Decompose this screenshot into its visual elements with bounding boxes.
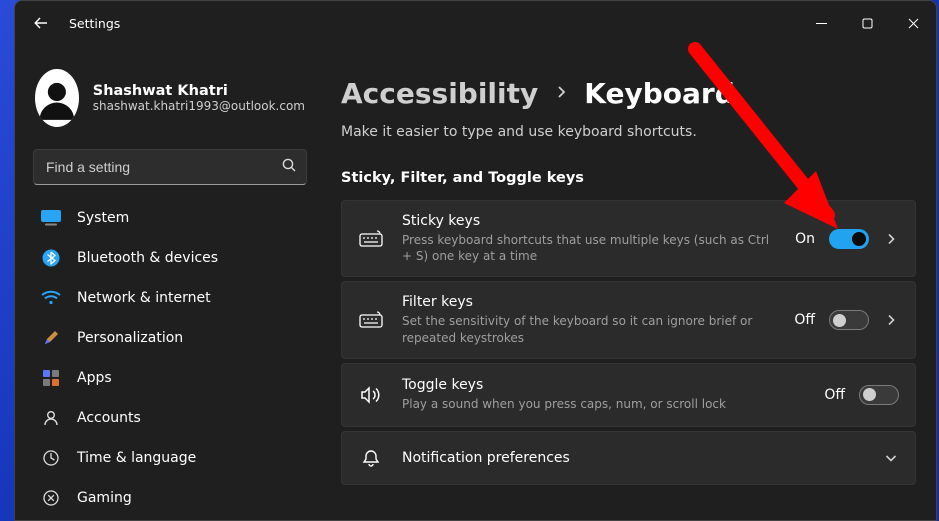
clock-globe-icon: [41, 448, 61, 468]
settings-cards: Sticky keys Press keyboard shortcuts tha…: [341, 200, 916, 485]
sidebar-item-accounts[interactable]: Accounts: [29, 399, 307, 437]
sidebar-item-label: Accounts: [77, 410, 141, 426]
nav-list: System Bluetooth & devices Network & int…: [29, 199, 311, 517]
row-title: Filter keys: [402, 294, 776, 310]
bluetooth-icon: [41, 248, 61, 268]
sidebar-item-bluetooth[interactable]: Bluetooth & devices: [29, 239, 307, 277]
page-title: Keyboard: [584, 77, 734, 110]
account-block[interactable]: Shashwat Khatri shashwat.khatri1993@outl…: [29, 57, 311, 143]
sidebar-item-network[interactable]: Network & internet: [29, 279, 307, 317]
row-filter-keys[interactable]: Filter keys Set the sensitivity of the k…: [341, 281, 916, 358]
sidebar-item-label: Network & internet: [77, 290, 211, 306]
sidebar-item-label: System: [77, 210, 129, 226]
keyboard-icon: [358, 229, 384, 249]
minimize-button[interactable]: [798, 7, 844, 39]
row-title: Notification preferences: [402, 450, 865, 466]
apps-icon: [41, 368, 61, 388]
row-title: Toggle keys: [402, 377, 806, 393]
sidebar-item-personalization[interactable]: Personalization: [29, 319, 307, 357]
wifi-icon: [41, 288, 61, 308]
sidebar-item-label: Gaming: [77, 490, 132, 506]
sidebar-item-time-language[interactable]: Time & language: [29, 439, 307, 477]
brush-icon: [41, 328, 61, 348]
sidebar-item-label: Time & language: [77, 450, 196, 466]
chevron-right-icon[interactable]: [883, 314, 899, 326]
main-content: Accessibility Keyboard Make it easier to…: [317, 45, 936, 520]
toggle-state-label: Off: [824, 387, 845, 403]
toggle-state-label: Off: [794, 312, 815, 328]
chevron-right-icon[interactable]: [883, 233, 899, 245]
row-description: Press keyboard shortcuts that use multip…: [402, 232, 777, 264]
close-button[interactable]: [890, 7, 936, 39]
account-name: Shashwat Khatri: [93, 83, 305, 99]
chevron-right-icon: [554, 84, 568, 103]
breadcrumb-parent[interactable]: Accessibility: [341, 77, 538, 110]
keyboard-icon: [358, 310, 384, 330]
speaker-icon: [358, 385, 384, 405]
accounts-icon: [41, 408, 61, 428]
settings-window: Settings: [14, 0, 937, 521]
gaming-icon: [41, 488, 61, 508]
row-description: Play a sound when you press caps, num, o…: [402, 396, 806, 412]
toggle-keys-toggle[interactable]: [859, 385, 899, 405]
search-input[interactable]: [33, 149, 307, 185]
sidebar-item-apps[interactable]: Apps: [29, 359, 307, 397]
filter-keys-toggle[interactable]: [829, 310, 869, 330]
row-sticky-keys[interactable]: Sticky keys Press keyboard shortcuts tha…: [341, 200, 916, 277]
app-title: Settings: [69, 16, 120, 31]
sidebar-item-system[interactable]: System: [29, 199, 307, 237]
row-notification-preferences[interactable]: Notification preferences: [341, 431, 916, 485]
chevron-down-icon[interactable]: [883, 451, 899, 465]
sidebar-item-label: Bluetooth & devices: [77, 250, 218, 266]
sidebar-item-gaming[interactable]: Gaming: [29, 479, 307, 517]
sidebar: Shashwat Khatri shashwat.khatri1993@outl…: [15, 45, 317, 520]
page-subtitle: Make it easier to type and use keyboard …: [341, 124, 916, 140]
sticky-keys-toggle[interactable]: [829, 229, 869, 249]
row-description: Set the sensitivity of the keyboard so i…: [402, 313, 776, 345]
sidebar-item-label: Apps: [77, 370, 112, 386]
row-toggle-keys[interactable]: Toggle keys Play a sound when you press …: [341, 363, 916, 427]
bell-icon: [358, 448, 384, 468]
window-controls: [798, 7, 936, 39]
section-label: Sticky, Filter, and Toggle keys: [341, 170, 916, 186]
row-title: Sticky keys: [402, 213, 777, 229]
search-wrapper: [33, 149, 307, 185]
account-email: shashwat.khatri1993@outlook.com: [93, 99, 305, 113]
back-button[interactable]: [25, 7, 57, 39]
search-icon: [281, 157, 297, 177]
system-icon: [41, 208, 61, 228]
sidebar-item-label: Personalization: [77, 330, 183, 346]
avatar: [35, 69, 79, 127]
toggle-state-label: On: [795, 231, 815, 247]
breadcrumb: Accessibility Keyboard: [341, 77, 916, 110]
maximize-button[interactable]: [844, 7, 890, 39]
titlebar: Settings: [15, 1, 936, 45]
